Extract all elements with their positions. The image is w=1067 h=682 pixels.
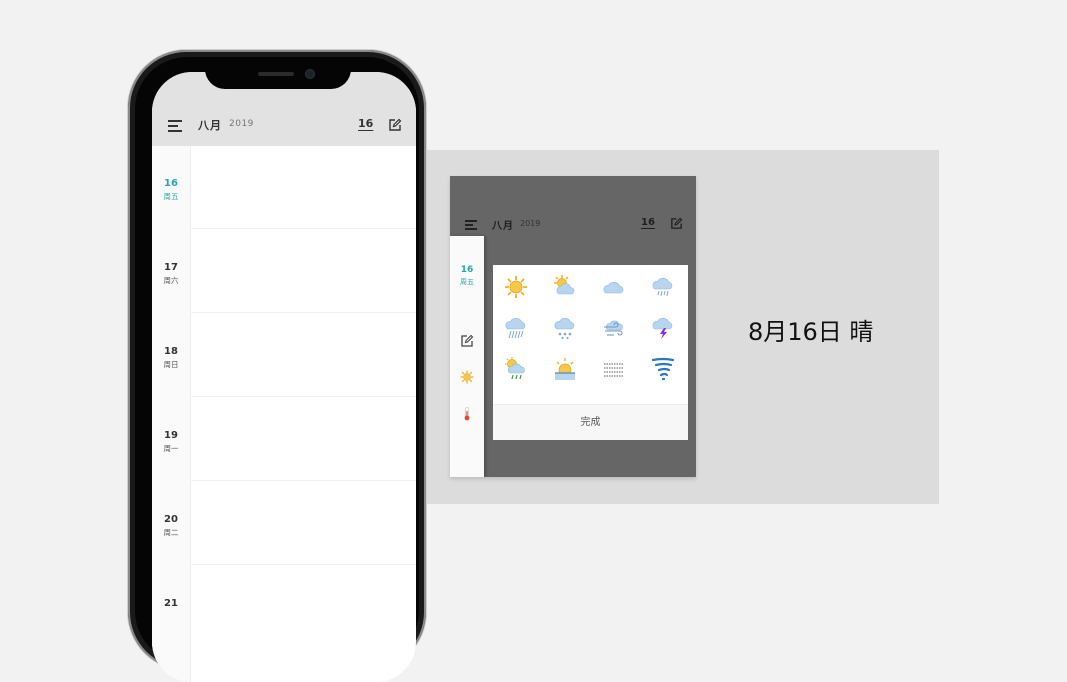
phone-notch — [205, 65, 351, 89]
rain-icon[interactable] — [650, 274, 676, 300]
sunny-icon[interactable] — [503, 274, 529, 300]
year-label: 2019 — [229, 119, 254, 129]
day-weekday: 周日 — [163, 360, 179, 369]
menu-icon[interactable] — [168, 120, 182, 132]
day-item[interactable]: 17 周六 — [152, 262, 190, 286]
day-number: 20 — [164, 514, 178, 525]
sunrise-icon[interactable] — [552, 356, 578, 382]
edit-icon[interactable] — [460, 334, 474, 348]
weather-picker: 完成 — [493, 265, 688, 440]
day-number: 16 — [460, 265, 474, 275]
heavy-rain-icon[interactable] — [503, 315, 529, 341]
thermometer-icon[interactable] — [460, 407, 474, 421]
selected-day: 16 周五 — [450, 265, 484, 287]
phone-screen: 八月 2019 16 16 周五 17 周六 18 周日 19 周一 20 周二… — [152, 72, 416, 682]
partly-cloudy-icon[interactable] — [552, 274, 578, 300]
row-divider — [190, 396, 416, 397]
tornado-icon[interactable] — [650, 356, 676, 382]
day-weekday: 周五 — [163, 192, 179, 201]
today-button: 16 — [641, 217, 655, 228]
snow-icon[interactable] — [552, 315, 578, 341]
day-weekday: 周五 — [460, 278, 474, 286]
sun-rain-icon[interactable] — [503, 356, 529, 382]
month-label: 八月 — [492, 221, 514, 232]
day-weekday: 周一 — [163, 444, 179, 453]
today-button[interactable]: 16 — [358, 117, 373, 130]
year-label: 2019 — [520, 219, 541, 228]
day-number: 17 — [164, 262, 178, 273]
day-number: 19 — [164, 430, 178, 441]
wind-icon[interactable] — [601, 315, 627, 341]
date-weather-caption: 8月16日 晴 — [748, 318, 874, 346]
row-divider — [190, 564, 416, 565]
day-item[interactable]: 18 周日 — [152, 346, 190, 370]
cloudy-icon[interactable] — [601, 274, 627, 300]
edit-icon[interactable] — [388, 118, 402, 132]
row-divider — [190, 480, 416, 481]
camera-icon — [306, 70, 314, 78]
fog-icon[interactable] — [601, 356, 627, 382]
row-divider — [190, 228, 416, 229]
day-column: 16 周五 17 周六 18 周日 19 周一 20 周二 21 — [152, 146, 191, 682]
day-weekday: 周二 — [163, 528, 179, 537]
day-item[interactable]: 20 周二 — [152, 514, 190, 538]
sunny-icon[interactable] — [460, 370, 474, 384]
day-weekday: 周六 — [163, 276, 179, 285]
month-label[interactable]: 八月 — [198, 117, 222, 133]
day-item[interactable]: 16 周五 — [152, 178, 190, 202]
done-button[interactable]: 完成 — [493, 404, 688, 440]
weather-picker-preview: 八月 2019 16 16 周五 完成 — [450, 176, 696, 477]
row-divider — [190, 312, 416, 313]
phone-mockup: 八月 2019 16 16 周五 17 周六 18 周日 19 周一 20 周二… — [128, 50, 426, 682]
day-number: 16 — [164, 178, 178, 189]
phone-speaker — [258, 72, 294, 76]
edit-icon — [671, 217, 683, 229]
menu-icon — [465, 220, 477, 230]
thunderstorm-icon[interactable] — [650, 315, 676, 341]
phone-bezel: 八月 2019 16 16 周五 17 周六 18 周日 19 周一 20 周二… — [135, 57, 419, 682]
day-number: 18 — [164, 346, 178, 357]
day-side-panel: 16 周五 — [450, 236, 484, 477]
day-item[interactable]: 19 周一 — [152, 430, 190, 454]
